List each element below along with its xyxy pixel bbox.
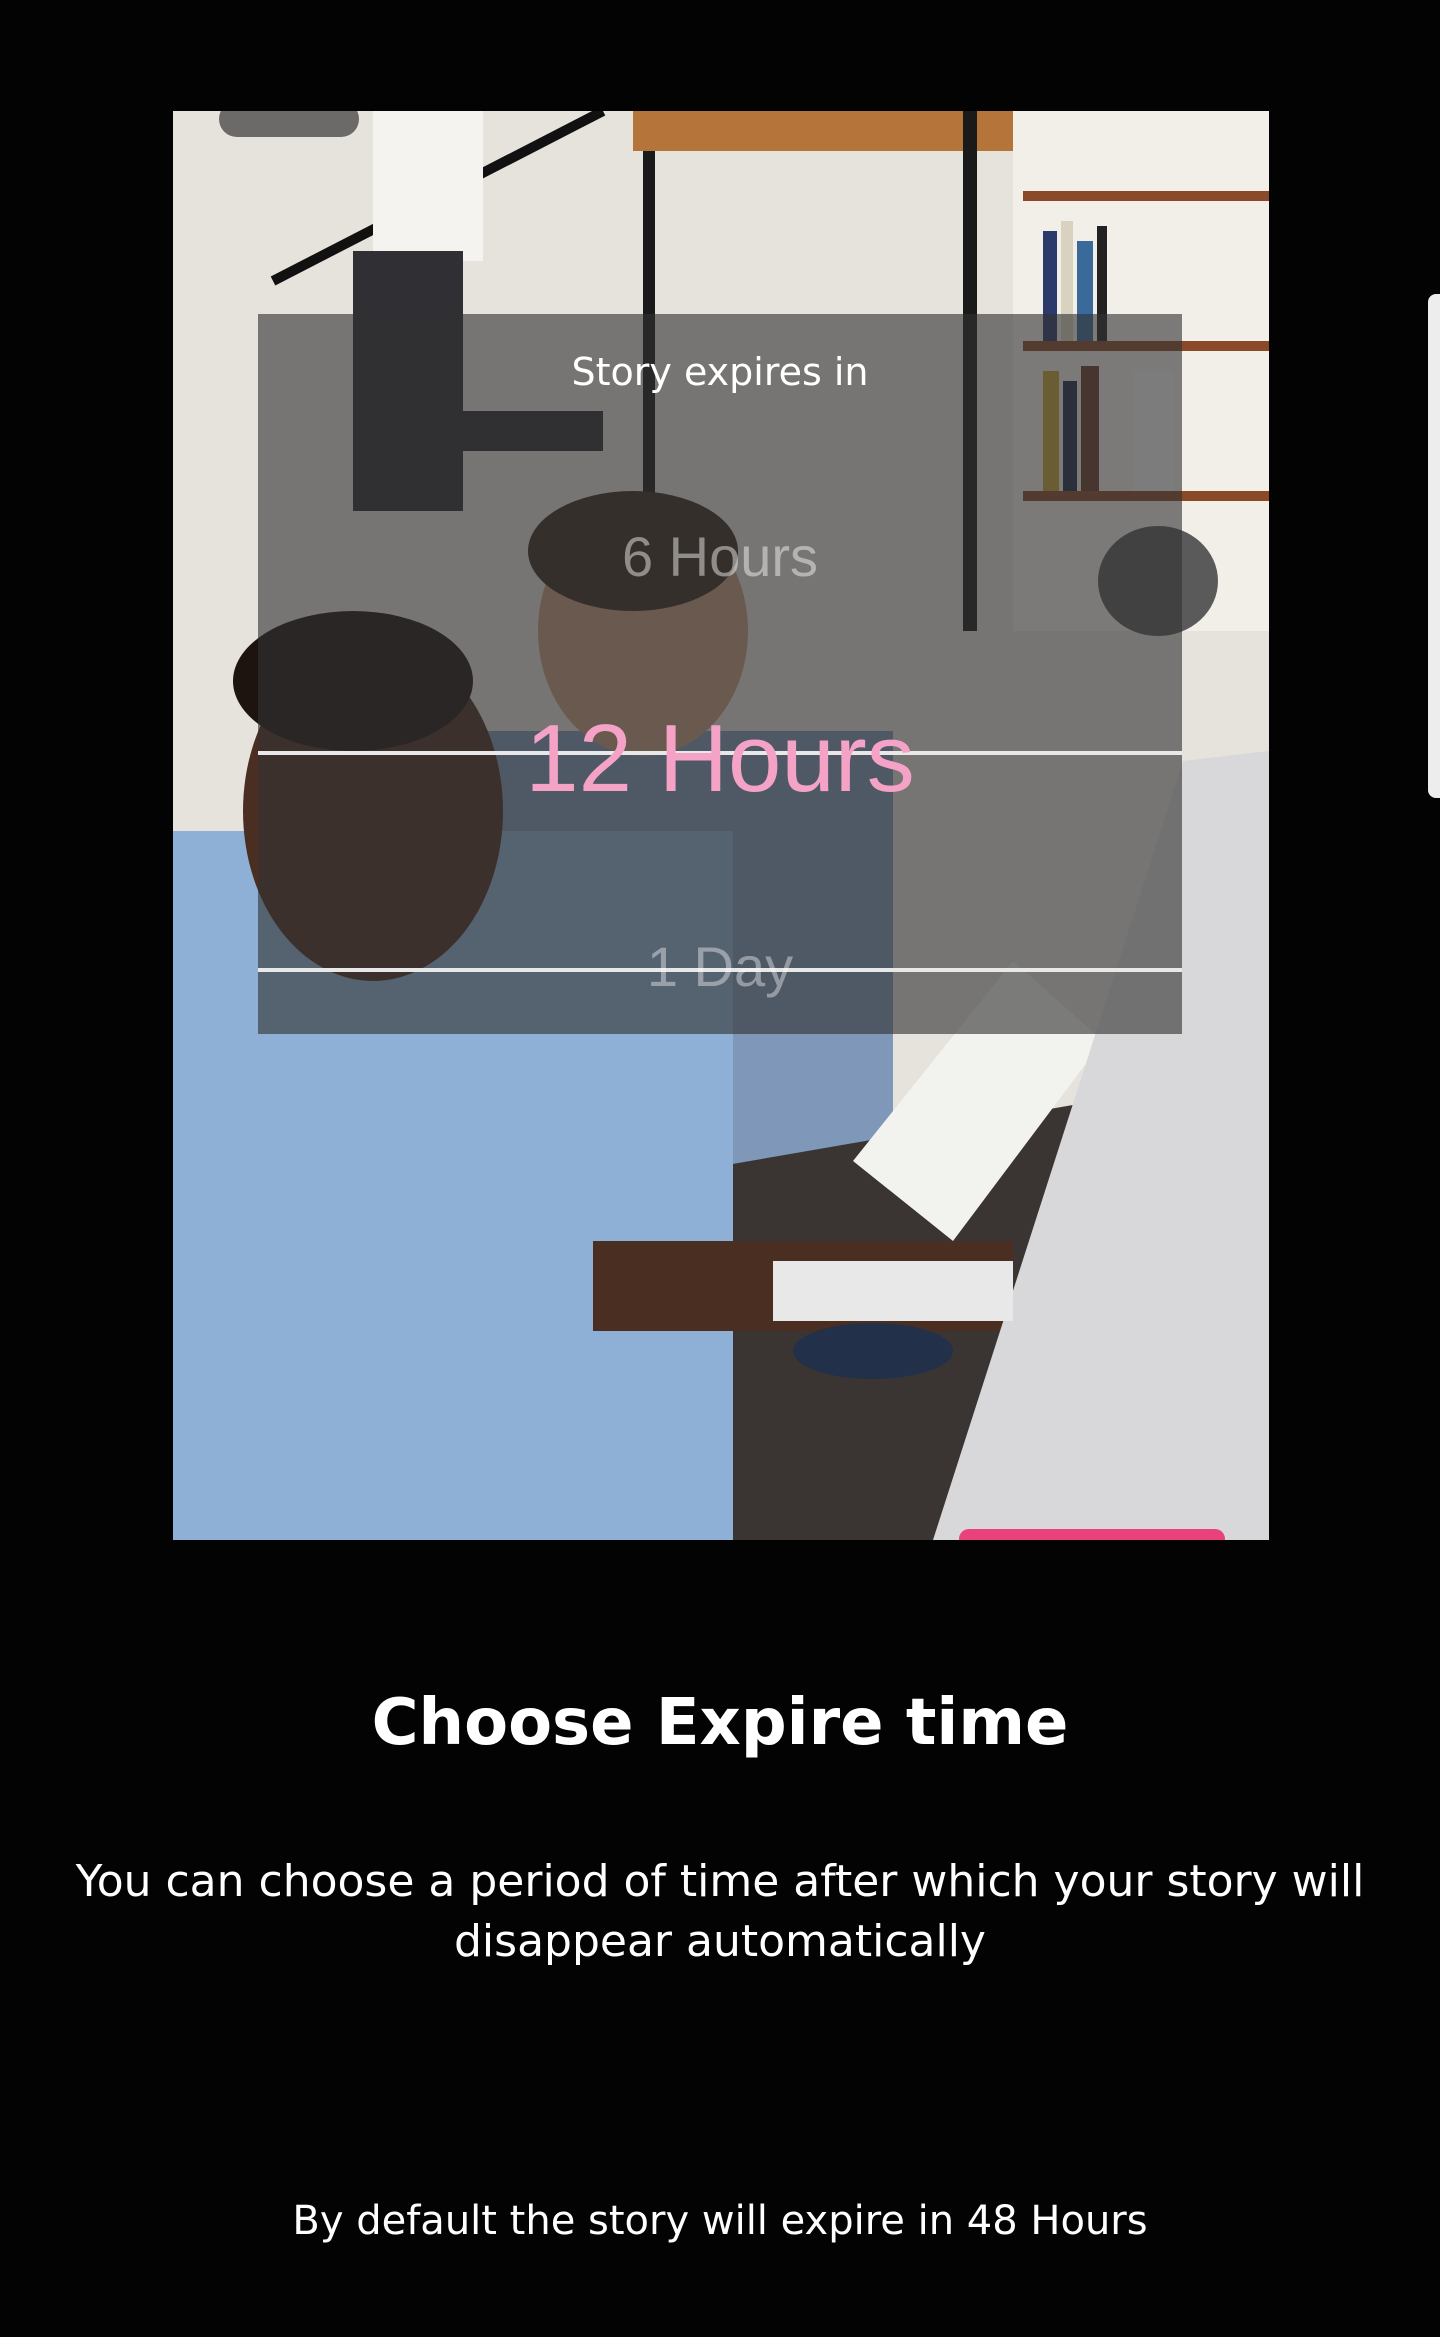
onboarding-title: Choose Expire time <box>371 1686 1069 1760</box>
onboarding-description: You can choose a period of time after wh… <box>75 1856 1365 1967</box>
picker-option-1-day[interactable]: 1 Day <box>258 934 1182 999</box>
story-preview: Story expires in 6 Hours 12 Hours 1 Day <box>173 111 1269 1540</box>
picker-option-6-hours[interactable]: 6 Hours <box>258 524 1182 589</box>
edge-panel-handle[interactable] <box>1428 294 1440 798</box>
expire-time-picker[interactable]: Story expires in 6 Hours 12 Hours 1 Day <box>258 314 1182 1034</box>
picker-title: Story expires in <box>571 350 869 394</box>
onboarding-footnote: By default the story will expire in 48 H… <box>292 2198 1148 2244</box>
top-handle <box>219 111 359 137</box>
picker-option-12-hours-selected[interactable]: 12 Hours <box>258 704 1182 814</box>
accent-button-edge[interactable] <box>959 1529 1225 1540</box>
